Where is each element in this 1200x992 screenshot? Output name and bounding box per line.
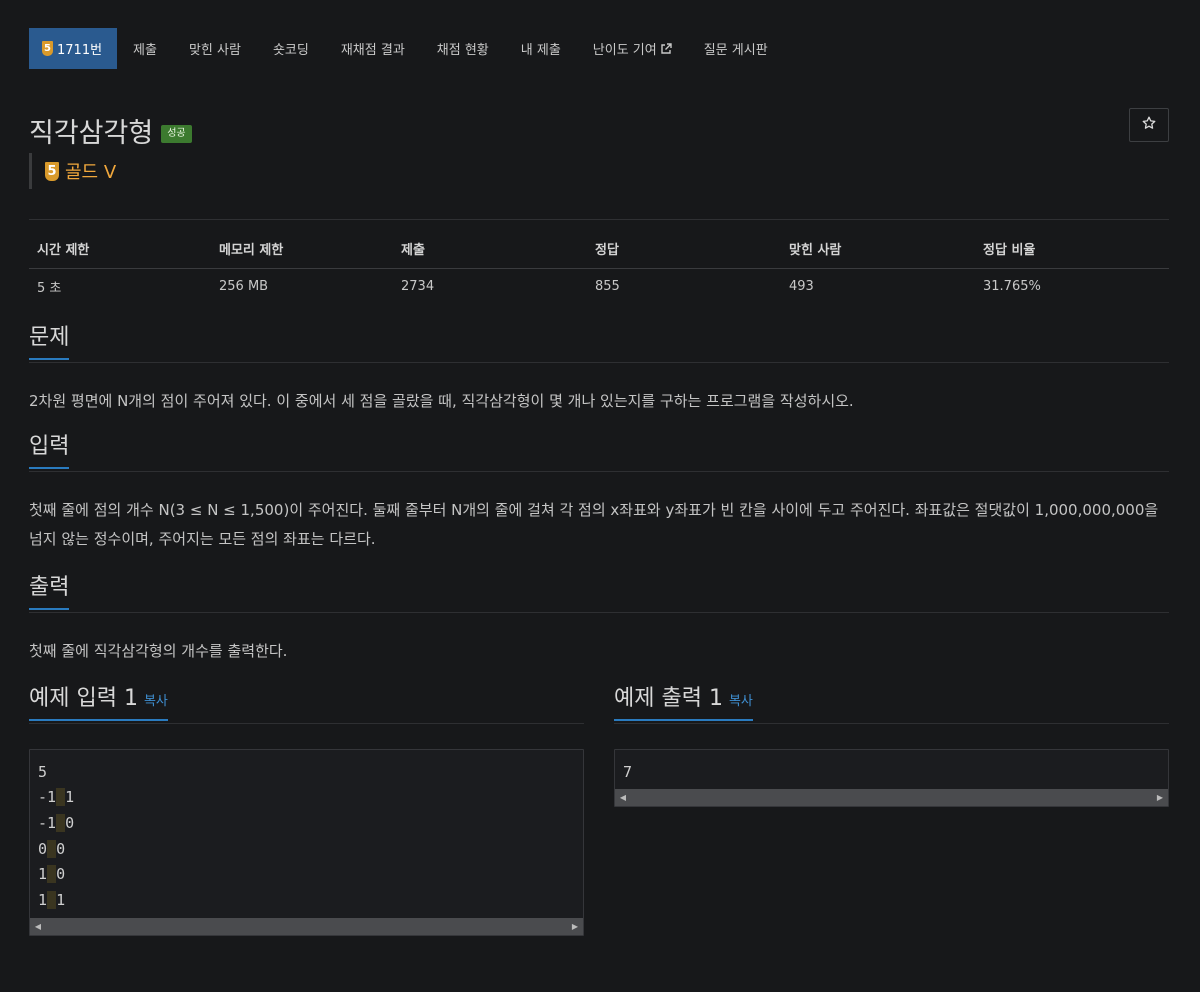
sample-input-token: 1 [56,891,66,910]
problem-output-section: 출력 첫째 줄에 직각삼각형의 개수를 출력한다. [29,575,1169,666]
problem-input-section: 입력 첫째 줄에 점의 개수 N(3 ≤ N ≤ 1,500)이 주어진다. 둘… [29,434,1169,554]
nav-short-coding[interactable]: 숏코딩 [257,28,325,69]
scroll-right-icon[interactable]: ▶ [569,918,581,935]
header-memory-limit: 메모리 제한 [211,239,393,269]
ratio-value: 31.765% [983,278,1041,294]
sample-input-token: 1 [65,788,75,807]
sample-input-token: 0 [65,813,75,832]
scroll-right-icon[interactable]: ▶ [1154,789,1166,806]
sample-input-token: 1 [38,891,48,910]
sample-input-title: 예제 입력 1 복사 [29,686,168,721]
header-accepted: 정답 [587,239,781,269]
whitespace-marker [56,813,66,832]
nav-problem-number[interactable]: 5 1711번 [29,28,118,69]
horizontal-scrollbar[interactable]: ◀ ▶ [615,789,1168,807]
whitespace-marker [47,839,57,858]
nav-difficulty-contribution[interactable]: 난이도 기여 [577,28,688,69]
scroll-left-icon[interactable]: ◀ [32,918,44,935]
problem-description-section: 문제 2차원 평면에 N개의 점이 주어져 있다. 이 중에서 세 점을 골랐을… [29,325,1169,416]
copy-output-button[interactable]: 복사 [729,694,753,709]
problem-header: 직각삼각형 성공 [29,107,1169,153]
sample-input-token: 1 [38,865,48,884]
nav-question-board[interactable]: 질문 게시판 [688,28,784,69]
nav-difficulty-label: 난이도 기여 [592,43,657,58]
nav-rejudge-result[interactable]: 재채점 결과 [325,28,421,69]
header-time-limit: 시간 제한 [29,239,211,269]
sample-input-title-text: 예제 입력 1 [29,685,138,711]
sample-output: 7 [623,762,633,781]
problem-title: 직각삼각형 [29,117,154,149]
horizontal-scrollbar[interactable]: ◀ ▶ [30,917,583,935]
time-limit-value: 5 초 [37,280,62,296]
solved-users-value: 493 [789,278,814,294]
external-link-icon [660,42,672,55]
status-badge: 성공 [161,125,192,143]
tier-gold-5-icon: 5 [45,161,59,181]
whitespace-marker [47,891,57,910]
accepted-value: 855 [595,278,620,294]
section-title-input: 입력 [29,434,70,469]
header-ratio: 정답 비율 [975,239,1169,269]
section-title-problem: 문제 [29,325,70,360]
sample-input-token: 0 [56,839,66,858]
nav-solved-users[interactable]: 맞힌 사람 [173,28,257,69]
favorite-button[interactable] [1129,108,1169,142]
sample-input-box[interactable]: 5 -1 1 -1 0 0 0 1 0 1 1 ◀ ▶ [29,748,584,936]
sample-output-section: 예제 출력 1 복사 7 ◀ ▶ [614,686,1169,936]
sample-output-title-text: 예제 출력 1 [614,685,723,711]
sample-input-token: 0 [38,839,48,858]
memory-limit-value: 256 MB [219,278,269,294]
scroll-left-icon[interactable]: ◀ [617,789,629,806]
nav-status[interactable]: 채점 현황 [421,28,505,69]
whitespace-marker [56,788,66,807]
star-icon [1142,116,1156,134]
sample-input: 5 -1 1 -1 0 0 0 1 0 1 1 [30,750,583,918]
problem-tier[interactable]: 5 골드 V [29,153,1169,189]
header-submissions: 제출 [393,239,587,269]
sample-output-box[interactable]: 7 ◀ ▶ [614,748,1169,808]
copy-input-button[interactable]: 복사 [144,694,168,709]
table-row: 5 초 256 MB 2734 855 493 31.765% [29,269,1169,304]
problem-info-table: 시간 제한 메모리 제한 제출 정답 맞힌 사람 정답 비율 5 초 256 M… [29,239,1169,304]
tier-label: 골드 V [65,162,117,183]
sample-output-title: 예제 출력 1 복사 [614,686,753,721]
sample-input-section: 예제 입력 1 복사 5 -1 1 -1 0 0 0 1 0 1 1 ◀ ▶ [29,686,584,936]
output-description: 첫째 줄에 직각삼각형의 개수를 출력한다. [29,641,288,660]
problem-menu: 5 1711번 제출 맞힌 사람 숏코딩 재채점 결과 채점 현황 내 제출 난… [29,28,1169,69]
tier-icon: 5 [42,41,53,56]
divider [29,219,1169,220]
sample-input-token: -1 [38,788,57,807]
sample-input-token: 5 [38,762,48,781]
input-description: 첫째 줄에 점의 개수 N(3 ≤ N ≤ 1,500)이 주어진다. 둘째 줄… [29,500,1159,548]
problem-description: 2차원 평면에 N개의 점이 주어져 있다. 이 중에서 세 점을 골랐을 때,… [29,391,854,410]
section-title-output: 출력 [29,575,70,610]
header-solved-users: 맞힌 사람 [781,239,975,269]
sample-input-token: -1 [38,813,57,832]
nav-submit[interactable]: 제출 [117,28,173,69]
submissions-value: 2734 [401,278,435,294]
sample-input-token: 0 [56,865,66,884]
nav-problem-number-label: 1711번 [57,43,103,58]
nav-my-submissions[interactable]: 내 제출 [505,28,577,69]
whitespace-marker [47,865,57,884]
